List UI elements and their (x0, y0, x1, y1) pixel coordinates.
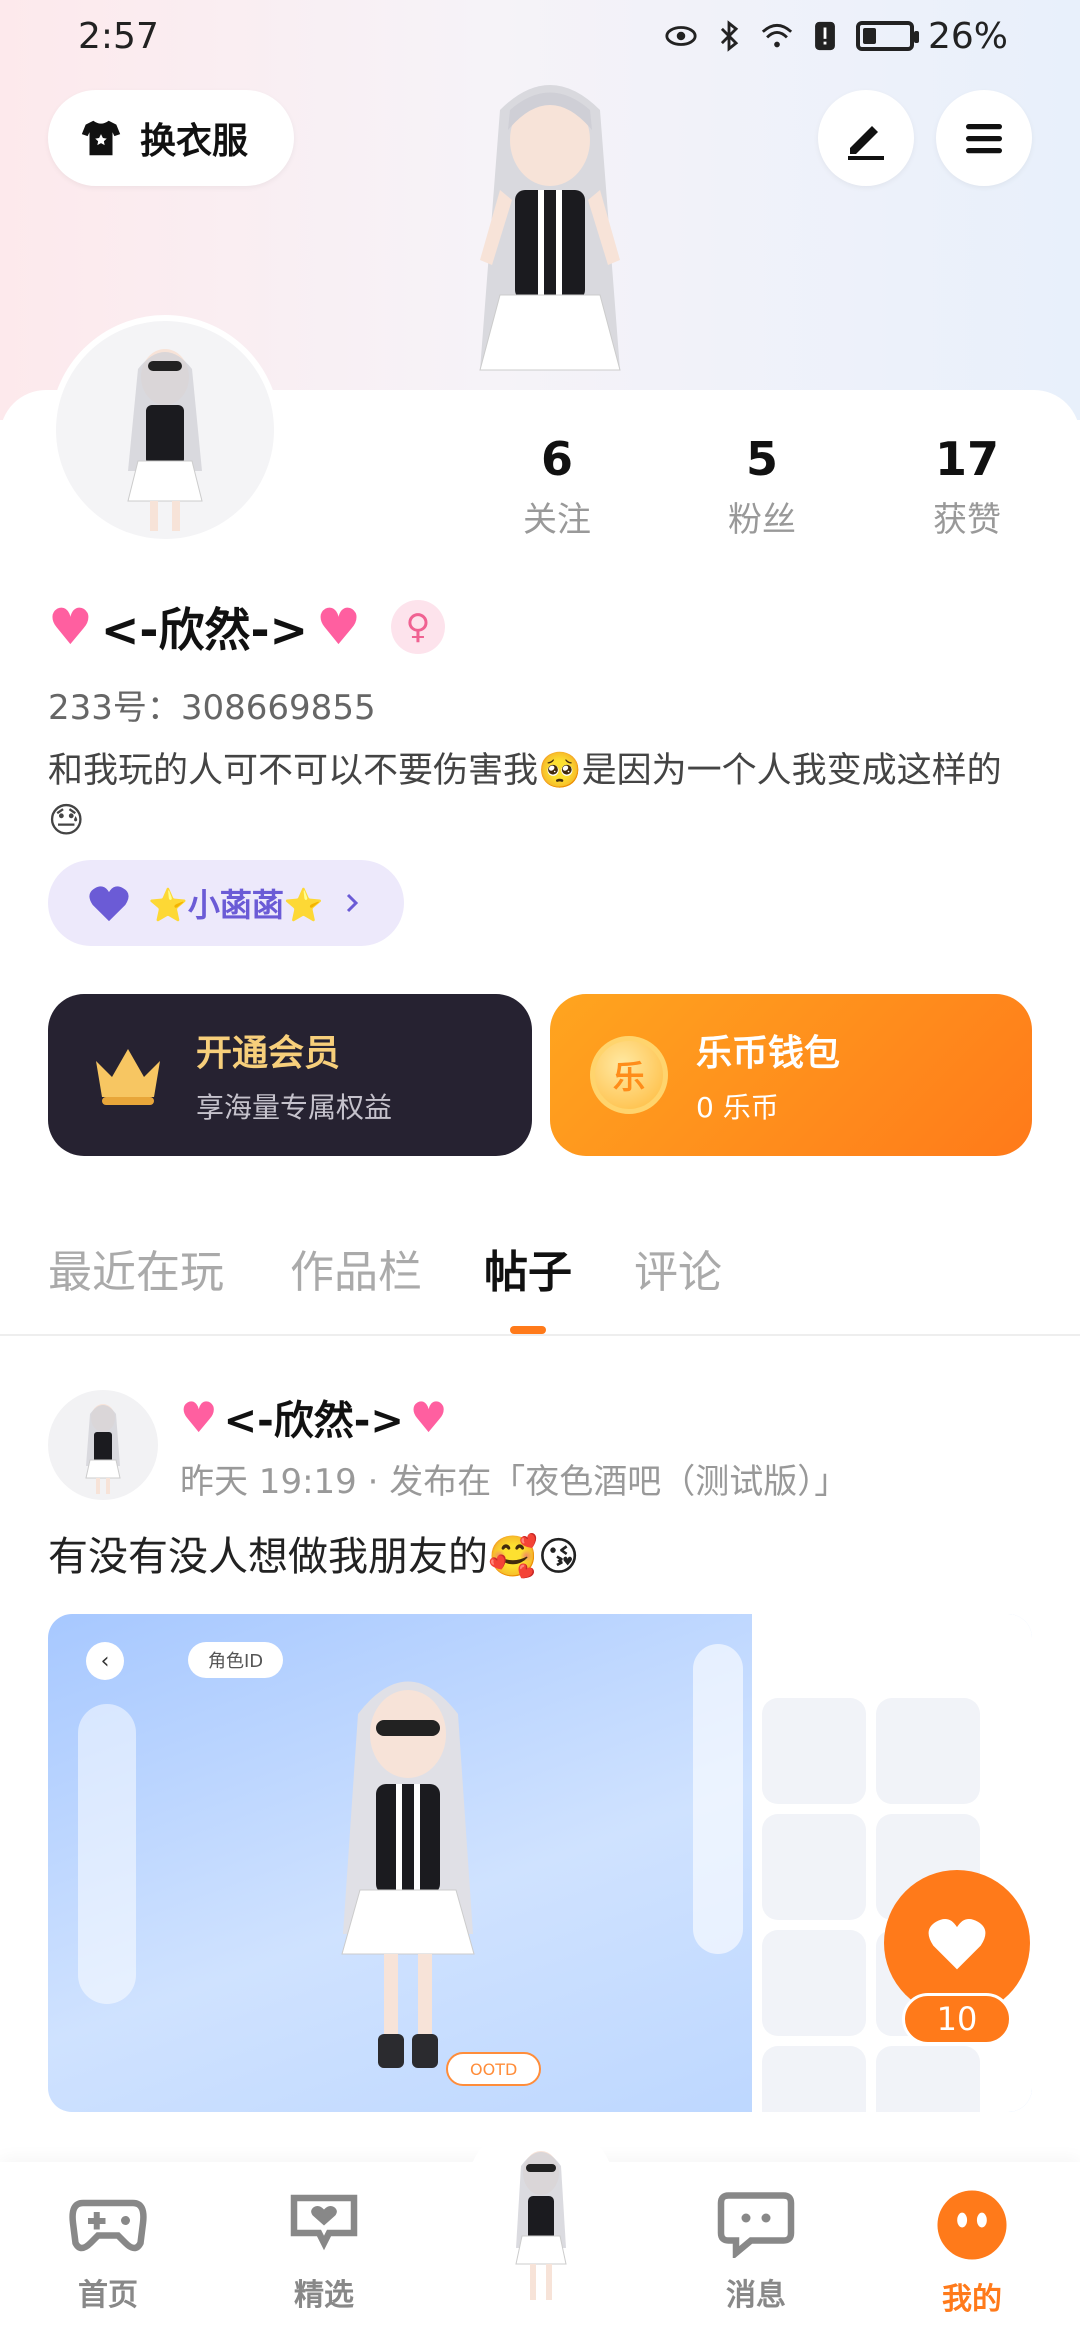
pink-heart-icon: ♥ (180, 1392, 218, 1442)
vip-membership-card[interactable]: 开通会员 享海量专属权益 (48, 994, 532, 1156)
eye-icon (665, 26, 697, 46)
change-outfit-button[interactable]: 换衣服 (48, 90, 294, 186)
profile-tabs: 最近在玩 作品栏 帖子 评论 (0, 1236, 1080, 1336)
pink-heart-icon: ♥ (409, 1392, 448, 1442)
battery-icon (855, 21, 919, 51)
tab-recently-played[interactable]: 最近在玩 (48, 1236, 224, 1300)
heart-icon (928, 1918, 986, 1970)
nav-home[interactable]: 首页 (48, 2188, 168, 2314)
post-author-avatar-image (85, 1404, 121, 1494)
stat-followers-label: 粉丝 (728, 500, 796, 540)
nav-messages[interactable]: 消息 (696, 2188, 816, 2314)
outfit-cell (762, 1814, 866, 1920)
wallet-title: 乐币钱包 (696, 1033, 841, 1074)
like-count: 10 (902, 1993, 1012, 2045)
battery-percent: 26% (927, 15, 1008, 57)
post-author-name-row[interactable]: ♥ <-欣然-> ♥ (180, 1388, 448, 1446)
post-image[interactable]: ‹ 角色ID OOTD (48, 1614, 1032, 2112)
image-category-bar (693, 1644, 743, 1954)
profile-avatar-image (127, 349, 203, 531)
status-bar: 2:57 26% (0, 0, 1080, 72)
nav-featured[interactable]: 精选 (264, 2188, 384, 2314)
stat-followers[interactable]: 5 粉丝 (692, 432, 832, 541)
hero-character-avatar (479, 85, 621, 371)
vip-subtitle: 享海量专属权益 (196, 1091, 393, 1124)
image-character (341, 1681, 475, 2068)
post-text: 有没有没人想做我朋友的🥰😘 (48, 1534, 580, 1580)
vip-title: 开通会员 (196, 1033, 341, 1074)
pink-heart-icon: ♥ (48, 598, 93, 656)
nav-profile[interactable]: 我的 (912, 2188, 1032, 2318)
group-tag-button[interactable]: ⭐小菡菡⭐ (48, 860, 404, 946)
nav-featured-label: 精选 (294, 2278, 354, 2313)
gamepad-icon (69, 2199, 147, 2252)
pen-icon (848, 126, 884, 160)
status-icons: 26% (664, 16, 1008, 57)
stat-likes[interactable]: 17 获赞 (897, 432, 1037, 541)
profile-face-icon (937, 2190, 1007, 2260)
tab-works[interactable]: 作品栏 (290, 1236, 422, 1300)
outfit-cell (762, 1930, 866, 2036)
image-style-sidebar (78, 1704, 136, 2004)
nav-home-label: 首页 (78, 2278, 138, 2313)
crown-icon (96, 1049, 160, 1105)
nav-profile-label: 我的 (942, 2282, 1002, 2317)
stat-following-value: 6 (540, 432, 573, 486)
coin-icon: 乐 (590, 1036, 668, 1114)
change-outfit-label: 换衣服 (140, 121, 249, 162)
edit-profile-button[interactable] (818, 90, 914, 186)
sim-alert-icon (815, 21, 835, 51)
menu-button[interactable] (936, 90, 1032, 186)
profile-avatar[interactable] (50, 315, 280, 545)
female-gender-icon: ♀ (390, 600, 445, 654)
profile-bio: 和我玩的人可不可以不要伤害我🥺是因为一个人我变成这样的😓 (48, 751, 1002, 841)
outfit-cell (876, 2046, 980, 2112)
purple-heart-icon (89, 886, 129, 922)
outfit-cell (876, 1698, 980, 1804)
image-role-id-chip: 角色ID (188, 1642, 284, 1678)
heart-chat-icon (290, 2194, 358, 2251)
pink-heart-icon: ♥ (316, 598, 361, 656)
chevron-right-icon (346, 893, 358, 913)
hamburger-menu-icon (966, 124, 1002, 154)
profile-uid: 233号：308669855 (48, 688, 376, 728)
stat-likes-value: 17 (934, 432, 999, 486)
post-meta: 昨天 19:19 · 发布在「夜色酒吧（测试版）」 (180, 1462, 849, 1502)
stat-followers-value: 5 (745, 432, 778, 486)
tab-comments[interactable]: 评论 (634, 1236, 722, 1300)
status-time: 2:57 (78, 15, 159, 57)
group-tag-label: ⭐小菡菡⭐ (148, 886, 324, 924)
image-back-icon: ‹ (86, 1642, 124, 1680)
nav-messages-label: 消息 (726, 2278, 786, 2313)
shirt-icon (81, 120, 121, 156)
post-author-name: <-欣然-> (223, 1398, 404, 1444)
stat-following-label: 关注 (523, 500, 591, 540)
post-author-avatar[interactable] (48, 1390, 158, 1500)
wifi-icon (761, 23, 793, 48)
message-icon (717, 2192, 795, 2260)
image-ootd-chip: OOTD (446, 2052, 542, 2086)
battery-level (862, 28, 876, 44)
nav-avatar-center[interactable] (466, 2118, 616, 2318)
outfit-cell (762, 2046, 866, 2112)
stat-likes-label: 获赞 (933, 500, 1001, 540)
tab-posts[interactable]: 帖子 (484, 1236, 572, 1300)
active-tab-indicator (510, 1326, 546, 1334)
profile-name-row: ♥ <-欣然-> ♥ ♀ (48, 594, 445, 660)
wallet-balance: 0 乐币 (696, 1091, 779, 1124)
outfit-cell (762, 1698, 866, 1804)
stat-following[interactable]: 6 关注 (487, 432, 627, 541)
wallet-card[interactable]: 乐 乐币钱包 0 乐币 (550, 994, 1032, 1156)
profile-name: <-欣然-> (100, 603, 309, 657)
nav-center-avatar-image (515, 2151, 567, 2300)
bluetooth-icon (720, 20, 739, 52)
